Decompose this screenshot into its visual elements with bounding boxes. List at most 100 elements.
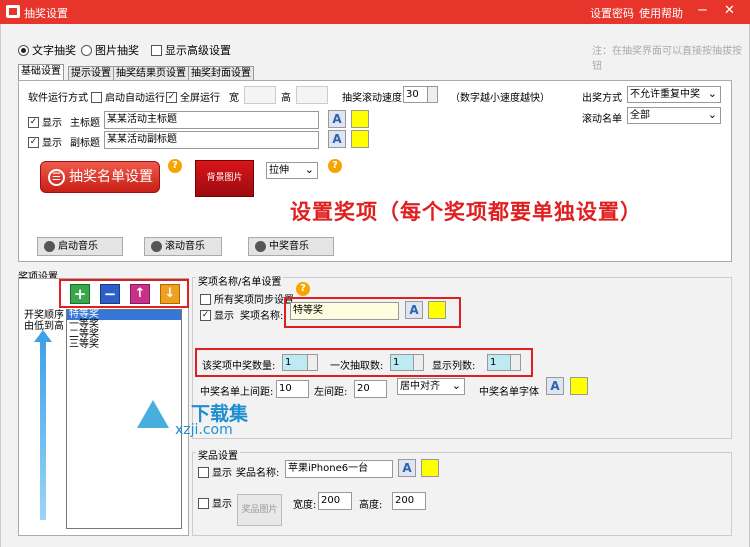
help-link[interactable]: 使用帮助: [639, 5, 683, 21]
show-label: 显示: [42, 118, 62, 129]
fullscreen-label: 全屏运行: [180, 93, 220, 104]
radio-icon: [81, 45, 92, 56]
main-title-label: 主标题: [70, 118, 100, 129]
main-title-input[interactable]: 某某活动主标题: [104, 111, 319, 129]
auto-run-label: 启动自动运行: [105, 93, 165, 104]
tab-result[interactable]: 抽奖结果页设置: [113, 66, 189, 80]
text-draw-radio[interactable]: 文字抽奖: [18, 42, 76, 58]
width-label: 宽: [229, 93, 239, 104]
main-title-font-button[interactable]: A: [328, 110, 346, 128]
height-input[interactable]: [296, 86, 328, 104]
speed-hint: （数字越小速度越快）: [450, 93, 550, 104]
annotation-text: 设置奖项（每个奖项都要单独设置）: [290, 200, 642, 224]
sync-label: 所有奖项同步设置: [214, 295, 294, 306]
auto-run-checkbox[interactable]: 启动自动运行: [91, 89, 165, 104]
advanced-label: 显示高级设置: [165, 44, 231, 57]
width-input[interactable]: [244, 86, 276, 104]
watermark-logo-icon: [137, 400, 169, 428]
close-button[interactable]: ✕: [724, 3, 735, 18]
hint-note: 注：在抽奖界面可以直接按抽拔按钮: [592, 46, 742, 72]
list-settings-label: 抽奖名单设置: [69, 169, 153, 185]
per-draw-label: 一次抽取数:: [330, 361, 384, 372]
prize-name-group-title: 奖项名称/名单设置: [196, 273, 284, 288]
tab-cover[interactable]: 抽奖封面设置: [188, 66, 254, 80]
radio-icon: [18, 45, 29, 56]
move-down-button[interactable]: ↓: [160, 284, 180, 304]
window-title: 抽奖设置: [24, 7, 68, 20]
checkbox-icon: [91, 92, 102, 103]
help-icon[interactable]: ?: [168, 159, 182, 173]
left-margin-input[interactable]: 20: [354, 380, 387, 398]
show-award-image-checkbox[interactable]: 显示: [198, 495, 232, 510]
main-title-color-swatch[interactable]: [351, 110, 369, 128]
list-color-swatch[interactable]: [570, 377, 588, 395]
checkbox-icon: [198, 467, 209, 478]
scroll-list-label: 滚动名单: [582, 114, 622, 125]
per-draw-stepper[interactable]: 1: [390, 354, 424, 371]
award-height-input[interactable]: 200: [392, 492, 426, 510]
remove-prize-button[interactable]: −: [100, 284, 120, 304]
scroll-list-select[interactable]: 全部: [627, 107, 721, 124]
list-settings-button[interactable]: ☰ 抽奖名单设置: [40, 161, 160, 193]
win-music-button[interactable]: 中奖音乐: [248, 237, 334, 256]
show-label: 显示: [212, 468, 232, 479]
award-name-label: 奖品名称:: [236, 468, 280, 479]
sub-title-font-button[interactable]: A: [328, 130, 346, 148]
award-name-input[interactable]: 苹果iPhone6一台: [285, 460, 393, 478]
minimize-button[interactable]: −: [697, 3, 708, 18]
prize-name-input[interactable]: 特等奖: [290, 302, 399, 320]
list-item[interactable]: 三等奖: [67, 340, 181, 350]
show-label: 显示: [212, 499, 232, 510]
tab-prompt[interactable]: 提示设置: [68, 66, 114, 80]
draw-mode-select[interactable]: 不允许重复中奖: [627, 86, 721, 103]
run-mode-label: 软件运行方式: [28, 93, 88, 104]
order-arrow-shaft: [40, 338, 46, 520]
prize-name-font-button[interactable]: A: [405, 301, 423, 319]
title-bar: 抽奖设置 设置密码 使用帮助 − ✕: [0, 0, 750, 24]
start-music-button[interactable]: 启动音乐: [37, 237, 123, 256]
checkbox-icon: [200, 294, 211, 305]
fullscreen-checkbox[interactable]: 全屏运行: [166, 89, 220, 104]
columns-stepper[interactable]: 1: [487, 354, 521, 371]
win-count-label: 该奖项中奖数量:: [202, 361, 276, 372]
award-image-button[interactable]: 奖品图片: [237, 494, 282, 526]
win-count-stepper[interactable]: 1: [282, 354, 318, 371]
help-icon[interactable]: ?: [328, 159, 342, 173]
show-award-name-checkbox[interactable]: 显示: [198, 464, 232, 479]
help-icon[interactable]: ?: [296, 282, 310, 296]
scroll-music-button[interactable]: 滚动音乐: [144, 237, 222, 256]
background-image-button[interactable]: 背景图片: [195, 160, 254, 197]
show-label: 显示: [42, 138, 62, 149]
scroll-speed-stepper[interactable]: 30: [403, 86, 438, 103]
prize-name-color-swatch[interactable]: [428, 301, 446, 319]
image-draw-label: 图片抽奖: [95, 44, 139, 57]
align-select[interactable]: 居中对齐: [397, 378, 465, 395]
draw-mode-label: 出奖方式: [582, 93, 622, 104]
watermark-url: xzji.com: [175, 422, 233, 438]
award-font-button[interactable]: A: [398, 459, 416, 477]
move-up-button[interactable]: ↑: [130, 284, 150, 304]
tab-basic[interactable]: 基础设置: [18, 64, 64, 81]
app-icon: [6, 5, 20, 18]
checkbox-icon: [151, 45, 162, 56]
sync-checkbox[interactable]: 所有奖项同步设置: [200, 291, 294, 306]
add-prize-button[interactable]: +: [70, 284, 90, 304]
show-label: 显示: [214, 311, 234, 322]
show-main-title-checkbox[interactable]: 显示: [28, 114, 62, 129]
show-sub-title-checkbox[interactable]: 显示: [28, 134, 62, 149]
advanced-checkbox[interactable]: 显示高级设置: [151, 42, 231, 58]
list-font-button[interactable]: A: [546, 377, 564, 395]
sub-title-color-swatch[interactable]: [351, 130, 369, 148]
prize-name-label: 奖项名称:: [240, 311, 284, 322]
open-order-label: 开奖顺序由低到高: [24, 310, 64, 332]
award-color-swatch[interactable]: [421, 459, 439, 477]
award-width-label: 宽度:: [293, 500, 317, 511]
sub-title-input[interactable]: 某某活动副标题: [104, 131, 319, 149]
top-margin-input[interactable]: 10: [276, 380, 309, 398]
image-draw-radio[interactable]: 图片抽奖: [81, 42, 139, 58]
award-width-input[interactable]: 200: [318, 492, 352, 510]
sub-title-label: 副标题: [70, 138, 100, 149]
show-prize-name-checkbox[interactable]: 显示: [200, 307, 234, 322]
set-password-link[interactable]: 设置密码: [590, 5, 634, 21]
stretch-select[interactable]: 拉伸: [266, 162, 318, 179]
